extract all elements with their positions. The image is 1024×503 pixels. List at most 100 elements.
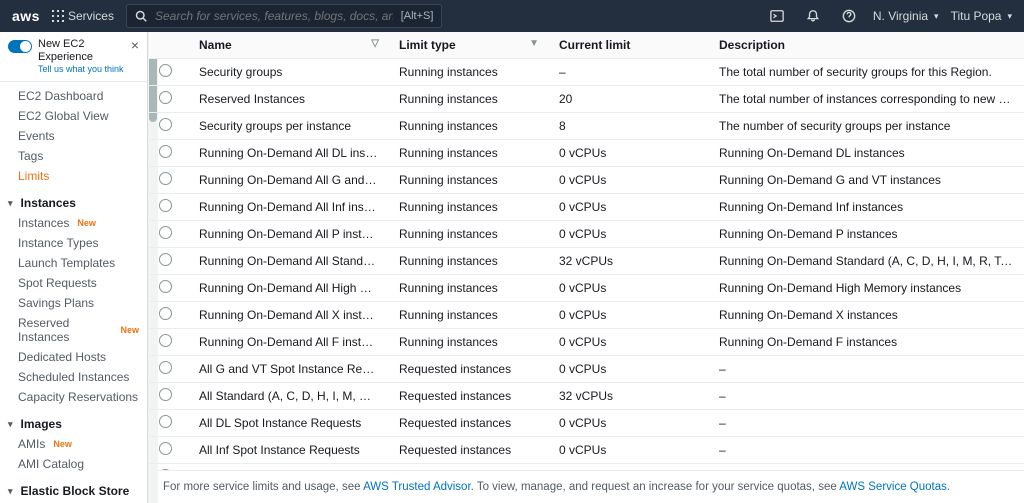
service-quotas-link[interactable]: AWS Service Quotas [839,481,947,493]
cell-type: Running instances [389,167,549,194]
table-row[interactable]: All DL Spot Instance RequestsRequested i… [149,410,1024,437]
cell-desc: – [709,410,1024,437]
sidebar-item[interactable]: EC2 Dashboard [0,86,147,106]
row-radio[interactable] [159,91,172,104]
cell-desc: Running On-Demand P instances [709,221,1024,248]
row-radio[interactable] [159,388,172,401]
table-row[interactable]: Running On-Demand All F instancesRunning… [149,329,1024,356]
table-row[interactable]: Running On-Demand All Standard (A, C, D,… [149,248,1024,275]
sidebar-item[interactable]: Launch Templates [0,253,147,273]
cell-limit: 8 [549,113,709,140]
cell-name: All Standard (A, C, D, H, I, M, R, T, Z)… [189,383,389,410]
cloudshell-icon[interactable] [765,4,789,28]
row-radio[interactable] [159,361,172,374]
sidebar-item-label: AMIs [18,437,45,451]
cell-desc: Running On-Demand Standard (A, C, D, H, … [709,248,1024,275]
table-row[interactable]: Running On-Demand All High Memory instan… [149,275,1024,302]
table-row[interactable]: Running On-Demand All X instancesRunning… [149,302,1024,329]
sidebar-heading[interactable]: Images [0,407,147,434]
sidebar-heading[interactable]: Elastic Block Store [0,474,147,501]
col-current-limit[interactable]: Current limit [549,32,709,59]
table-row[interactable]: All X Spot Instance RequestsRequested in… [149,464,1024,471]
table-row[interactable]: Running On-Demand All P instances Running… [149,221,1024,248]
cell-name: Security groups per instance [189,113,389,140]
sidebar-item[interactable]: Tags [0,146,147,166]
row-radio[interactable] [159,64,172,77]
sidebar-item-label: Capacity Reservations [18,390,138,404]
row-radio[interactable] [159,253,172,266]
sidebar-item[interactable]: InstancesNew [0,213,147,233]
user-menu[interactable]: Titu Popa [951,9,1012,23]
search-input[interactable] [155,9,393,23]
aws-logo[interactable]: aws [12,8,40,24]
cell-type: Running instances [389,86,549,113]
cell-type: Running instances [389,140,549,167]
row-radio[interactable] [159,280,172,293]
col-select [149,32,189,59]
table-row[interactable]: All G and VT Spot Instance RequestsReque… [149,356,1024,383]
cell-limit: – [549,59,709,86]
cell-type: Requested instances [389,356,549,383]
row-radio[interactable] [159,415,172,428]
limits-table-wrap: Name▽ Limit type▼ Current limit Descript… [149,32,1024,470]
cell-desc: – [709,437,1024,464]
row-radio[interactable] [159,145,172,158]
sidebar-item[interactable]: AMI Catalog [0,454,147,474]
cell-desc: The number of security groups per instan… [709,113,1024,140]
col-name[interactable]: Name▽ [189,32,389,59]
new-experience-toggle[interactable] [8,40,32,53]
row-radio[interactable] [159,334,172,347]
notifications-icon[interactable] [801,4,825,28]
cell-limit: 0 vCPUs [549,302,709,329]
table-row[interactable]: Running On-Demand All G and VT instances… [149,167,1024,194]
row-radio[interactable] [159,226,172,239]
cell-desc: Running On-Demand High Memory instances [709,275,1024,302]
col-description[interactable]: Description [709,32,1024,59]
sidebar-item[interactable]: Capacity Reservations [0,387,147,407]
sidebar-item[interactable]: Reserved InstancesNew [0,313,147,347]
table-row[interactable]: All Inf Spot Instance RequestsRequested … [149,437,1024,464]
sidebar-item[interactable]: Scheduled Instances [0,367,147,387]
cell-desc: – [709,464,1024,471]
sidebar: New EC2 Experience Tell us what you thin… [0,32,148,503]
table-row[interactable]: All Standard (A, C, D, H, I, M, R, T, Z)… [149,383,1024,410]
sidebar-item-label: Reserved Instances [18,316,112,344]
col-limit-type[interactable]: Limit type▼ [389,32,549,59]
sidebar-item[interactable]: AMIsNew [0,434,147,454]
sidebar-item[interactable]: Spot Requests [0,273,147,293]
banner-close-icon[interactable]: × [131,38,139,52]
sidebar-item[interactable]: Dedicated Hosts [0,347,147,367]
sidebar-heading[interactable]: Instances [0,186,147,213]
row-radio[interactable] [159,118,172,131]
cell-name: Running On-Demand All P instances [189,221,389,248]
row-radio[interactable] [159,199,172,212]
sidebar-item[interactable]: EC2 Global View [0,106,147,126]
row-radio[interactable] [159,442,172,455]
table-row[interactable]: Running On-Demand All DL instancesRunnin… [149,140,1024,167]
table-row[interactable]: Reserved InstancesRunning instances20The… [149,86,1024,113]
cell-type: Running instances [389,248,549,275]
row-radio[interactable] [159,307,172,320]
cell-type: Requested instances [389,410,549,437]
table-row[interactable]: Security groups per instanceRunning inst… [149,113,1024,140]
table-row[interactable]: Security groupsRunning instances–The tot… [149,59,1024,86]
help-icon[interactable] [837,4,861,28]
sidebar-item[interactable]: Limits [0,166,147,186]
row-radio[interactable] [159,172,172,185]
cell-name: Running On-Demand All G and VT instances [189,167,389,194]
sidebar-item[interactable]: Instance Types [0,233,147,253]
table-row[interactable]: Running On-Demand All Inf instancesRunni… [149,194,1024,221]
cell-desc: The total number of instances correspond… [709,86,1024,113]
services-menu[interactable]: Services [52,9,114,23]
sidebar-item[interactable]: Savings Plans [0,293,147,313]
region-selector[interactable]: N. Virginia [873,9,939,23]
row-radio[interactable] [159,469,172,470]
cell-limit: 0 vCPUs [549,410,709,437]
new-experience-banner: New EC2 Experience Tell us what you thin… [0,32,147,82]
cell-name: All Inf Spot Instance Requests [189,437,389,464]
sidebar-item-label: Launch Templates [18,256,115,270]
trusted-advisor-link[interactable]: AWS Trusted Advisor [363,481,471,493]
sidebar-item[interactable]: Events [0,126,147,146]
banner-feedback-link[interactable]: Tell us what you think [38,64,125,75]
global-search[interactable]: [Alt+S] [126,4,442,28]
